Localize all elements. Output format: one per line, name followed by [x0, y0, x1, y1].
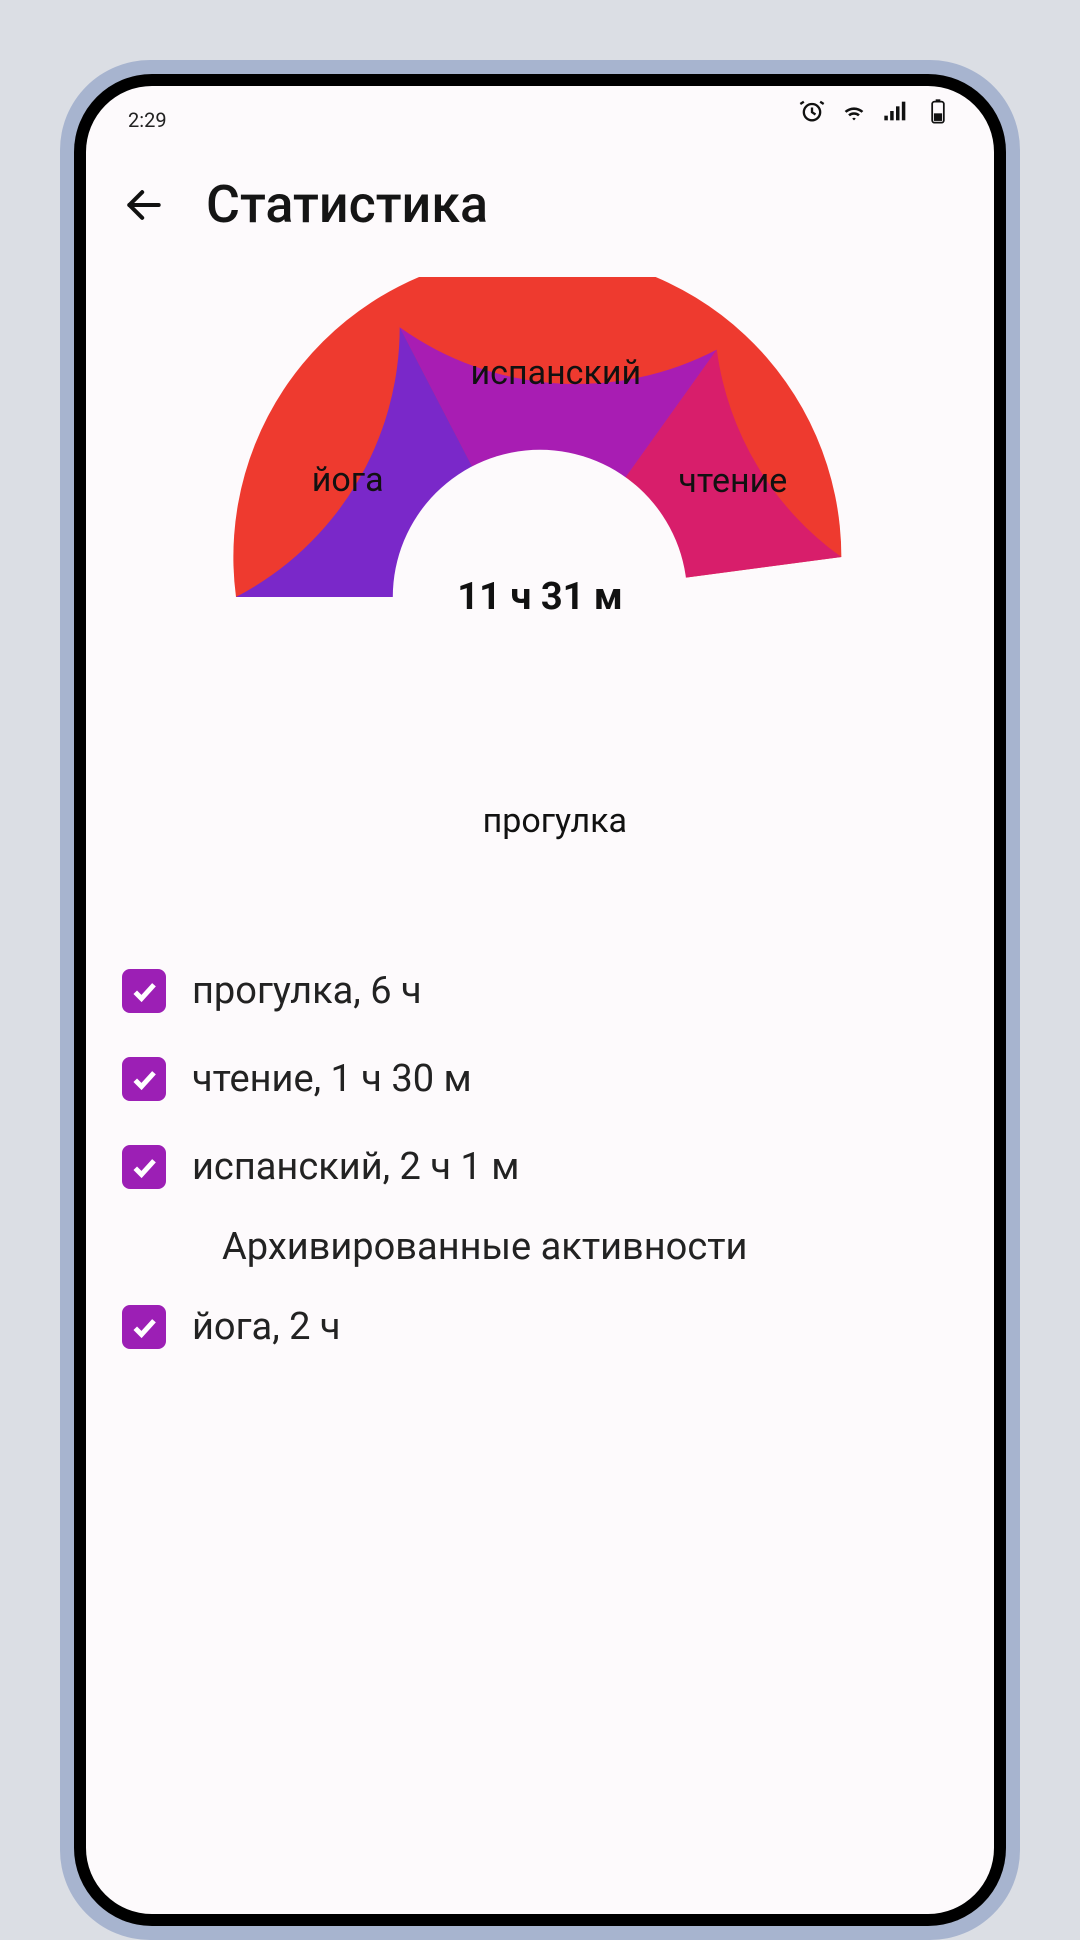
checkbox[interactable]: [122, 1057, 166, 1101]
activity-label: прогулка, 6 ч: [192, 969, 422, 1013]
donut-chart: 11 ч 31 м прогулкачтениеиспанскиййога: [86, 255, 994, 917]
activity-row[interactable]: прогулка, 6 ч: [122, 947, 958, 1035]
alarm-icon: [798, 97, 826, 132]
activity-row[interactable]: йога, 2 ч: [122, 1283, 958, 1371]
status-bar: 2:29: [86, 86, 994, 134]
donut-svg: [220, 277, 860, 917]
device-bezel: 2:29: [74, 74, 1006, 1926]
screen: 2:29: [86, 86, 994, 1914]
checkbox[interactable]: [122, 1305, 166, 1349]
battery-icon: [924, 97, 952, 132]
signal-icon: [882, 97, 910, 132]
wifi-icon: [840, 97, 868, 132]
activity-row[interactable]: испанский, 2 ч 1 м: [122, 1123, 958, 1211]
checkbox[interactable]: [122, 1145, 166, 1189]
status-time: 2:29: [128, 108, 167, 132]
page-title: Статистика: [206, 174, 488, 235]
activity-label: йога, 2 ч: [192, 1305, 341, 1349]
activity-label: испанский, 2 ч 1 м: [192, 1145, 519, 1189]
checkbox[interactable]: [122, 969, 166, 1013]
back-button[interactable]: [116, 177, 172, 233]
arrow-left-icon: [122, 183, 166, 227]
activity-row[interactable]: чтение, 1 ч 30 м: [122, 1035, 958, 1123]
activity-list: прогулка, 6 ч чтение, 1 ч 30 м испанский…: [86, 917, 994, 1401]
app-header: Статистика: [86, 134, 994, 255]
activity-label: чтение, 1 ч 30 м: [192, 1057, 472, 1101]
archived-section-header: Архивированные активности: [122, 1211, 958, 1283]
device-frame: 2:29: [60, 60, 1020, 1940]
